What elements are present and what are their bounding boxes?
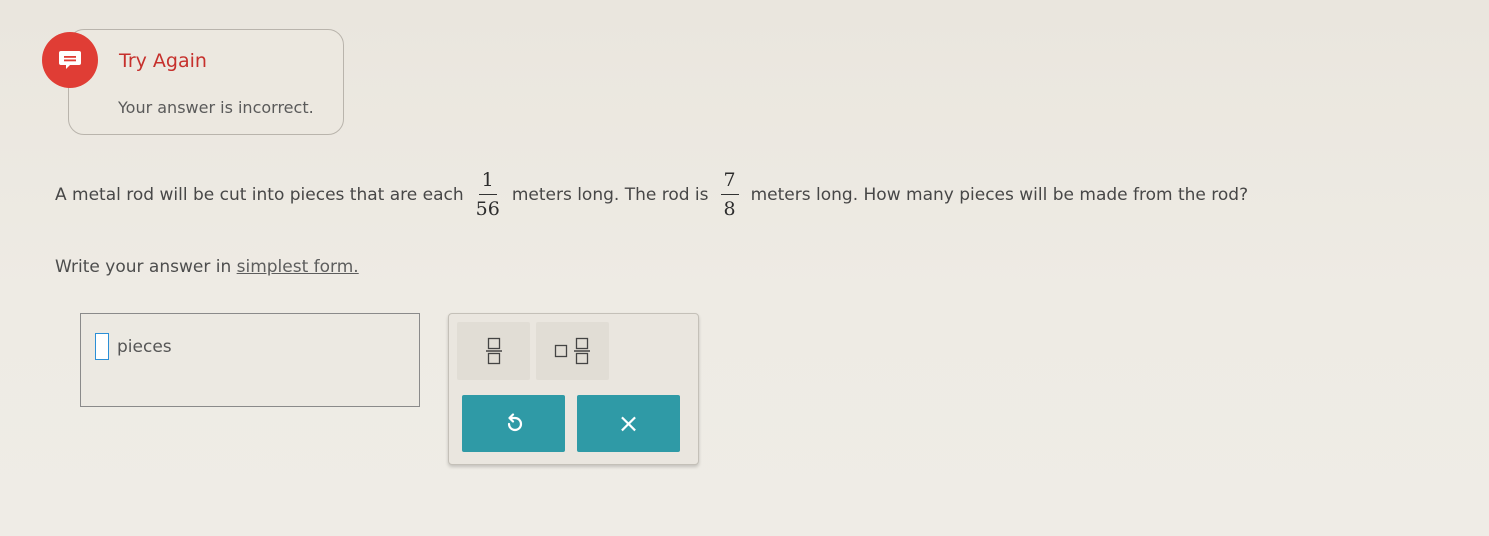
clear-button[interactable]: ×: [577, 395, 680, 452]
undo-button[interactable]: [462, 395, 565, 452]
answer-unit-label: pieces: [117, 337, 172, 357]
clear-x-icon: ×: [617, 408, 640, 439]
fraction-denominator: 8: [723, 198, 736, 220]
question-text-before: A metal rod will be cut into pieces that…: [55, 184, 464, 205]
fraction-numerator: 1: [478, 168, 497, 195]
feedback-box: Try Again Your answer is incorrect.: [68, 29, 344, 135]
fraction-rod-length: 7 8: [720, 168, 739, 221]
undo-icon: [507, 412, 522, 431]
mixed-number-template-icon: [554, 337, 590, 365]
fraction-piece-length: 1 56: [476, 168, 500, 221]
fraction-button[interactable]: [457, 322, 530, 380]
math-keypad: ×: [448, 313, 699, 465]
mixed-number-button[interactable]: [536, 322, 609, 380]
question-text: A metal rod will be cut into pieces that…: [55, 168, 1248, 221]
feedback-message: Your answer is incorrect.: [118, 98, 314, 117]
fraction-denominator: 56: [475, 198, 500, 220]
fraction-numerator: 7: [720, 168, 739, 195]
feedback-chat-icon: [42, 32, 98, 88]
instruction-prefix: Write your answer in: [55, 257, 232, 277]
instruction-text: Write your answer in simplest form.: [55, 257, 359, 277]
question-text-after: meters long. How many pieces will be mad…: [750, 184, 1249, 205]
feedback-title: Try Again: [119, 50, 207, 72]
simplest-form-link[interactable]: simplest form.: [237, 257, 359, 277]
question-text-middle: meters long. The rod is: [511, 184, 709, 205]
fraction-template-icon: [485, 337, 502, 365]
answer-input[interactable]: [95, 333, 109, 360]
answer-box[interactable]: pieces: [80, 313, 420, 407]
